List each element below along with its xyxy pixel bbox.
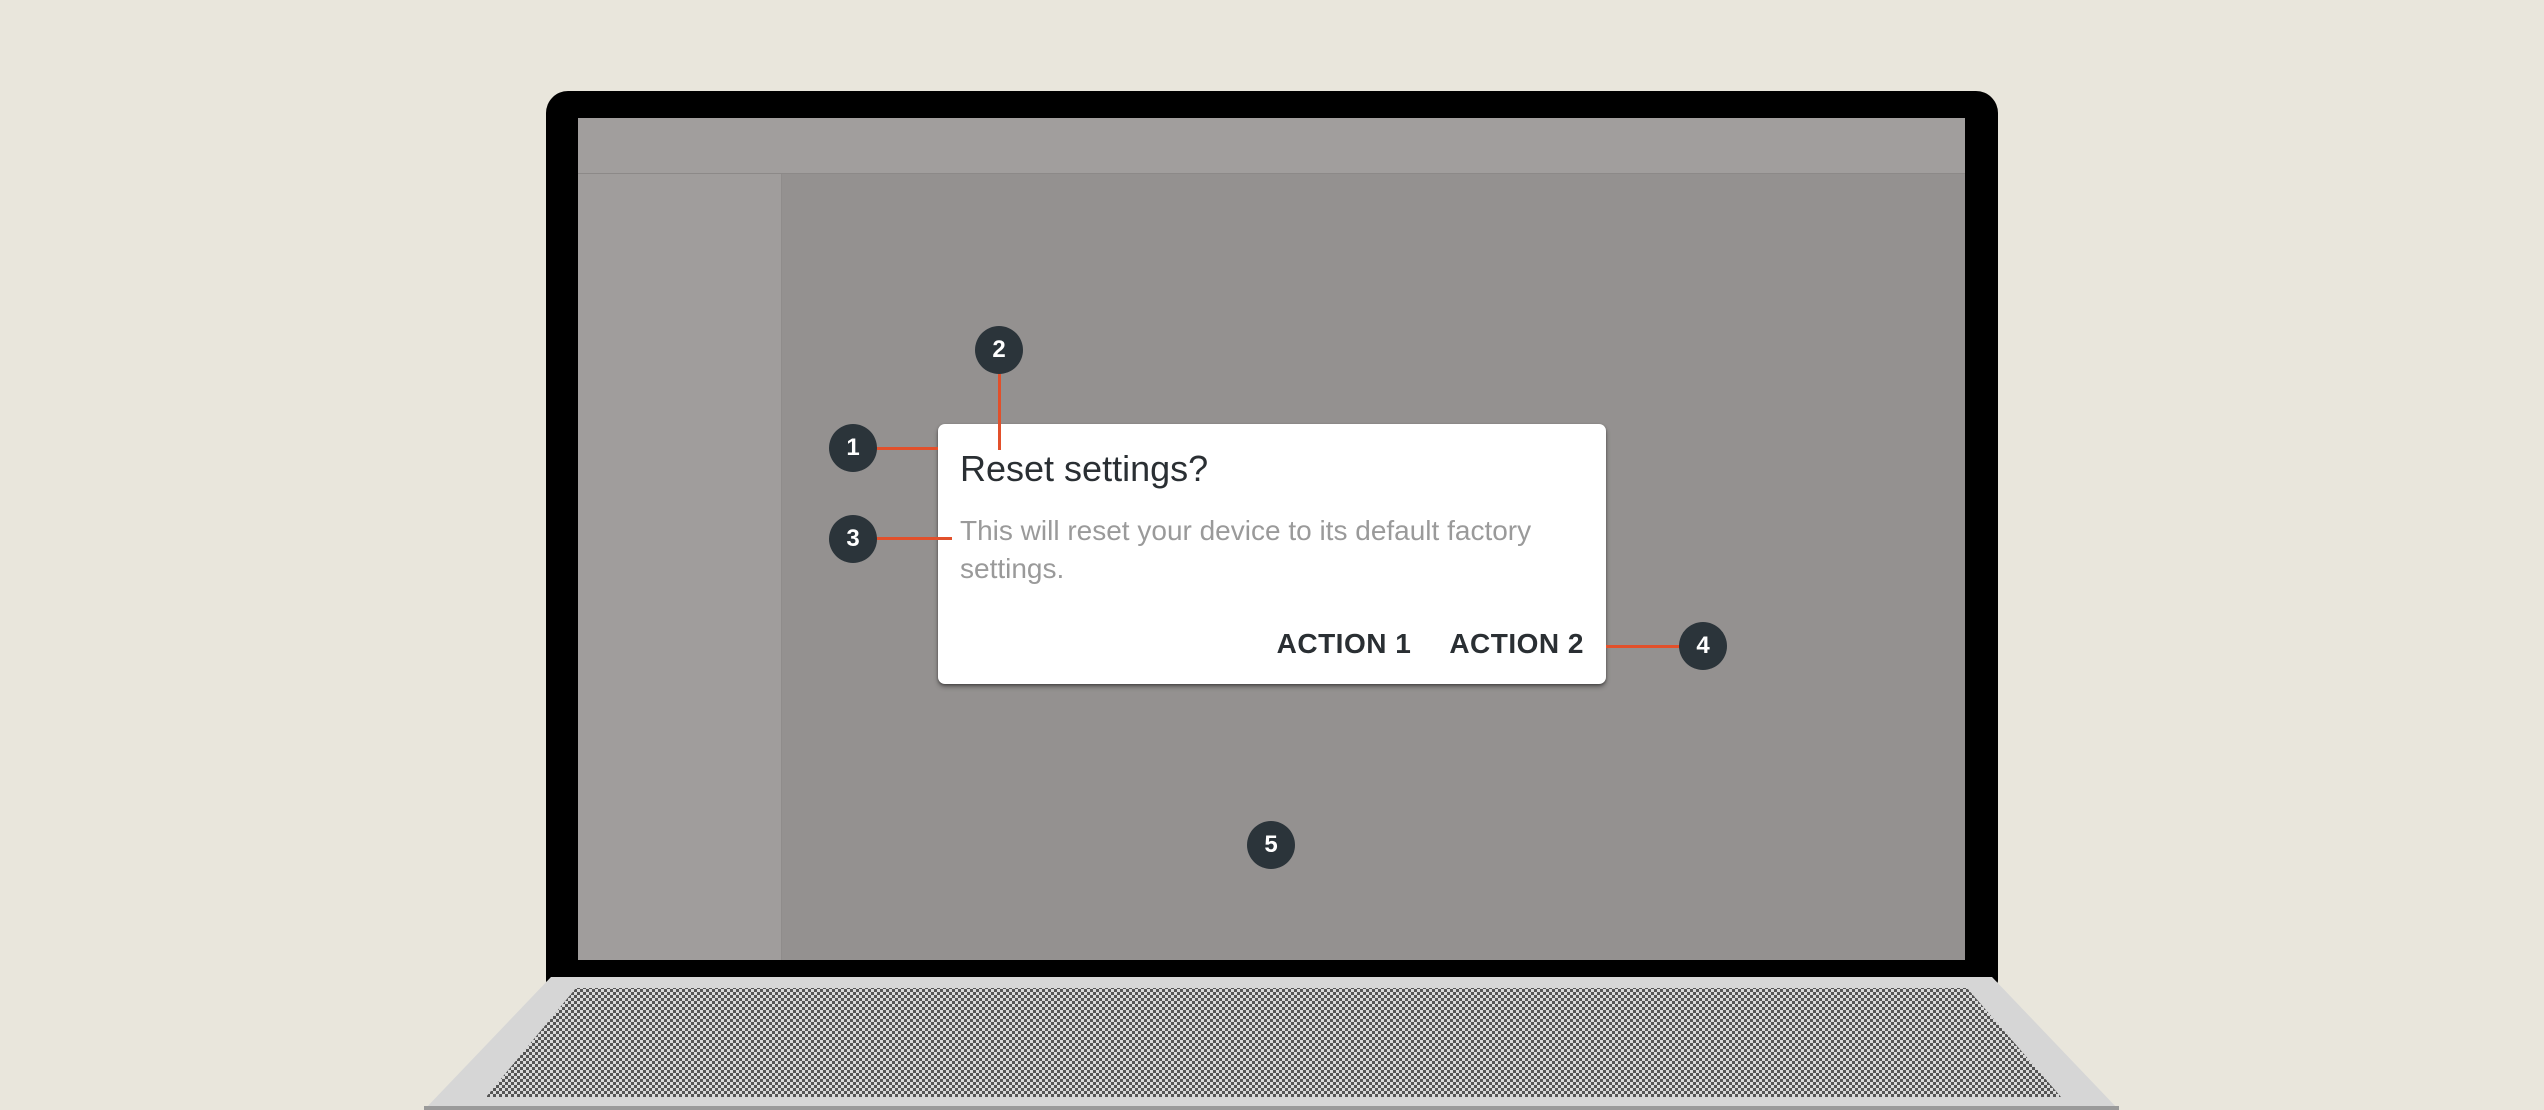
- dialog-container: Reset settings? This will reset your dev…: [938, 424, 1606, 684]
- callout-marker-3: 3: [829, 515, 877, 563]
- app-top-bar: [578, 118, 1965, 174]
- callout-line-2: [998, 374, 1001, 450]
- laptop-keyboard-base: [424, 977, 2119, 1110]
- action-1-button[interactable]: ACTION 1: [1277, 628, 1412, 660]
- callout-marker-4: 4: [1679, 622, 1727, 670]
- dialog-actions: ACTION 1 ACTION 2: [1277, 628, 1584, 660]
- keyboard-grille: [486, 988, 2061, 1097]
- callout-line-3: [874, 537, 952, 540]
- dialog-body: This will reset your device to its defau…: [960, 515, 1532, 584]
- callout-line-1: [874, 447, 938, 450]
- callout-marker-2: 2: [975, 326, 1023, 374]
- callout-marker-1: 1: [829, 424, 877, 472]
- callout-line-4: [1606, 645, 1686, 648]
- app-sidebar: [578, 174, 782, 960]
- action-2-button[interactable]: ACTION 2: [1449, 628, 1584, 660]
- dialog-title: Reset settings?: [960, 448, 1209, 489]
- base-edge: [424, 1106, 2119, 1110]
- callout-marker-5: 5: [1247, 821, 1295, 869]
